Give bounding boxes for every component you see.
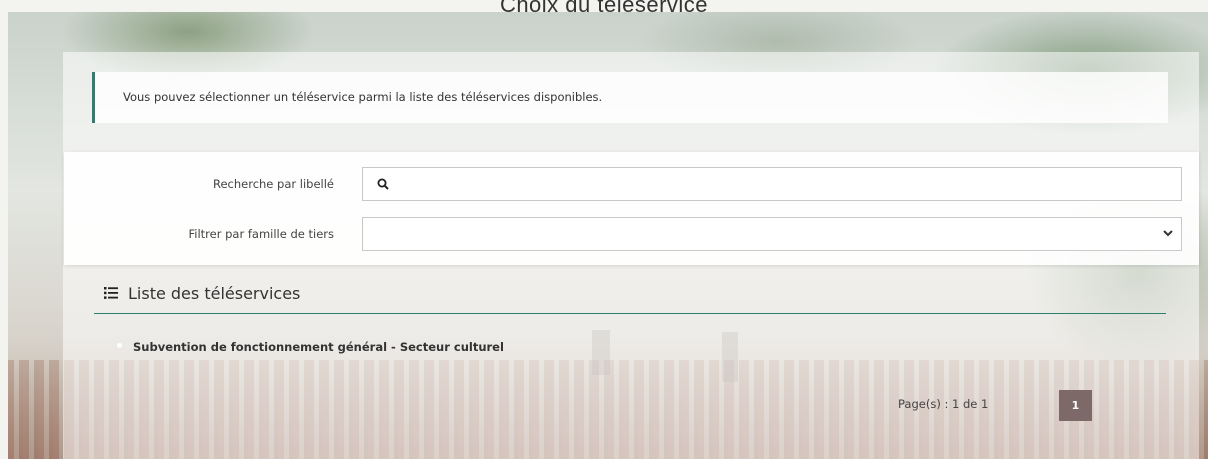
list-icon (104, 287, 118, 299)
info-message: Vous pouvez sélectionner un téléservice … (123, 90, 603, 104)
list-item-bullet (117, 343, 122, 348)
list-header: Liste des téléservices (94, 283, 1166, 314)
family-label: Filtrer par famille de tiers (188, 227, 335, 241)
search-label: Recherche par libellé (212, 177, 334, 191)
page-title: Choix du téléservice (499, 0, 709, 17)
chevron-down-icon (1163, 230, 1173, 237)
family-select[interactable] (362, 217, 1182, 251)
list-title: Liste des téléservices (128, 284, 301, 303)
page-button-1[interactable]: 1 (1059, 390, 1092, 421)
info-box: Vous pouvez sélectionner un téléservice … (92, 72, 1168, 123)
search-input[interactable] (362, 167, 1182, 201)
filters-panel: Recherche par libellé Filtrer par famill… (64, 152, 1199, 265)
pagination-text: Page(s) : 1 de 1 (898, 397, 989, 411)
list-item[interactable]: Subvention de fonctionnement général - S… (133, 340, 504, 354)
search-icon (377, 178, 389, 190)
